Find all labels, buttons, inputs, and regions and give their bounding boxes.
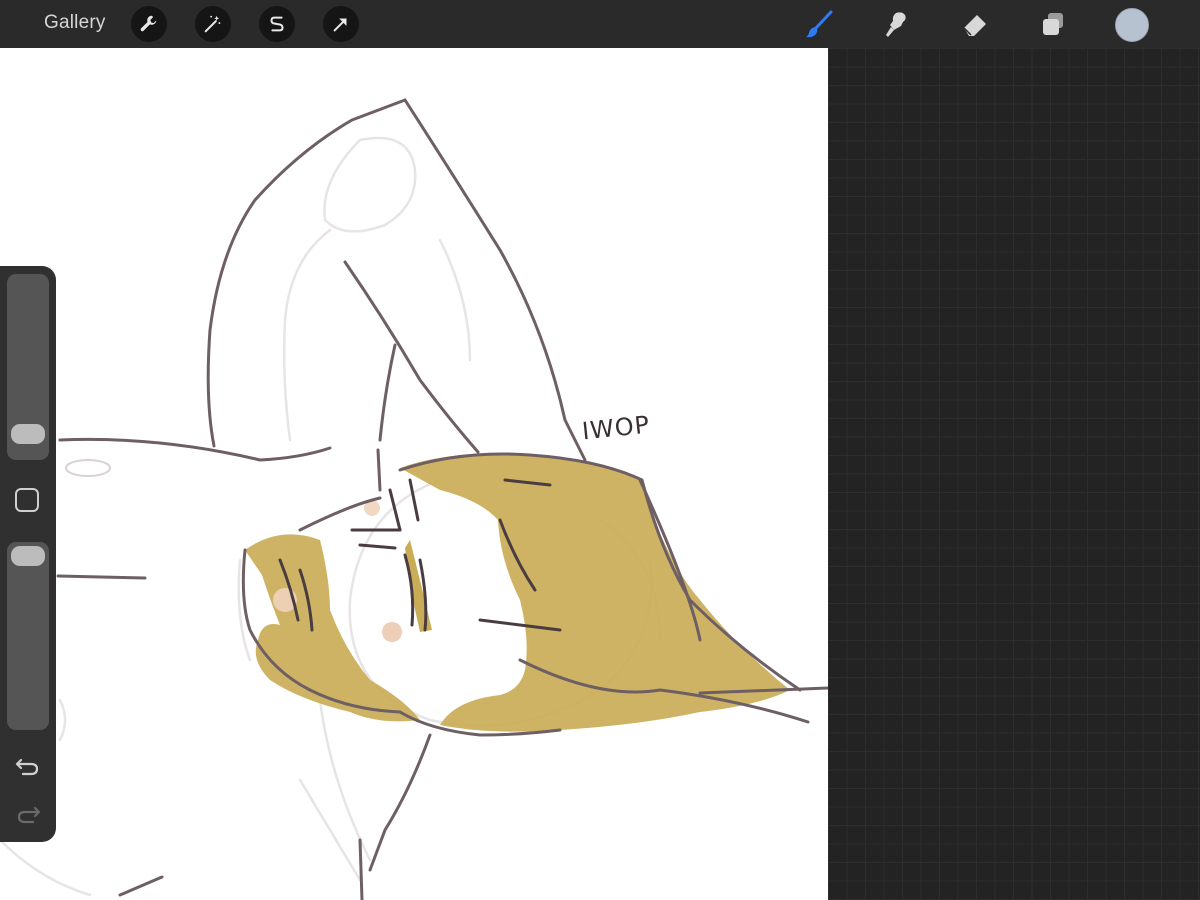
redo-button[interactable] (14, 802, 42, 826)
eraser-icon (963, 15, 986, 36)
redo-icon (17, 806, 41, 824)
actions-button[interactable] (131, 6, 167, 42)
opacity-slider[interactable] (7, 542, 49, 730)
smudge-tool-button[interactable] (878, 5, 916, 43)
brush-icon (806, 10, 833, 38)
brush-tool-button[interactable] (800, 5, 838, 43)
wrench-icon (140, 15, 157, 32)
left-sidebar (0, 266, 56, 842)
modifier-button[interactable] (15, 488, 39, 512)
opacity-knob[interactable] (11, 546, 45, 566)
background-grid-area (828, 48, 1200, 900)
gallery-button[interactable]: Gallery (44, 12, 106, 34)
smudge-icon (886, 12, 906, 37)
layers-icon (1043, 13, 1063, 35)
drawing-canvas[interactable]: IWOP (0, 48, 828, 900)
selection-s-icon (270, 16, 284, 32)
brush-size-knob[interactable] (11, 424, 45, 444)
eraser-tool-button[interactable] (956, 5, 994, 43)
transform-arrow-icon (333, 18, 347, 32)
color-picker-button[interactable] (1115, 8, 1149, 42)
undo-icon (15, 758, 39, 776)
transform-button[interactable] (323, 6, 359, 42)
top-toolbar: Gallery (0, 0, 1200, 48)
magic-wand-icon (204, 15, 221, 33)
undo-button[interactable] (14, 754, 42, 778)
sketch-artwork (0, 98, 828, 900)
adjustments-button[interactable] (195, 6, 231, 42)
selection-button[interactable] (259, 6, 295, 42)
brush-size-slider[interactable] (7, 274, 49, 460)
layers-button[interactable] (1034, 5, 1072, 43)
